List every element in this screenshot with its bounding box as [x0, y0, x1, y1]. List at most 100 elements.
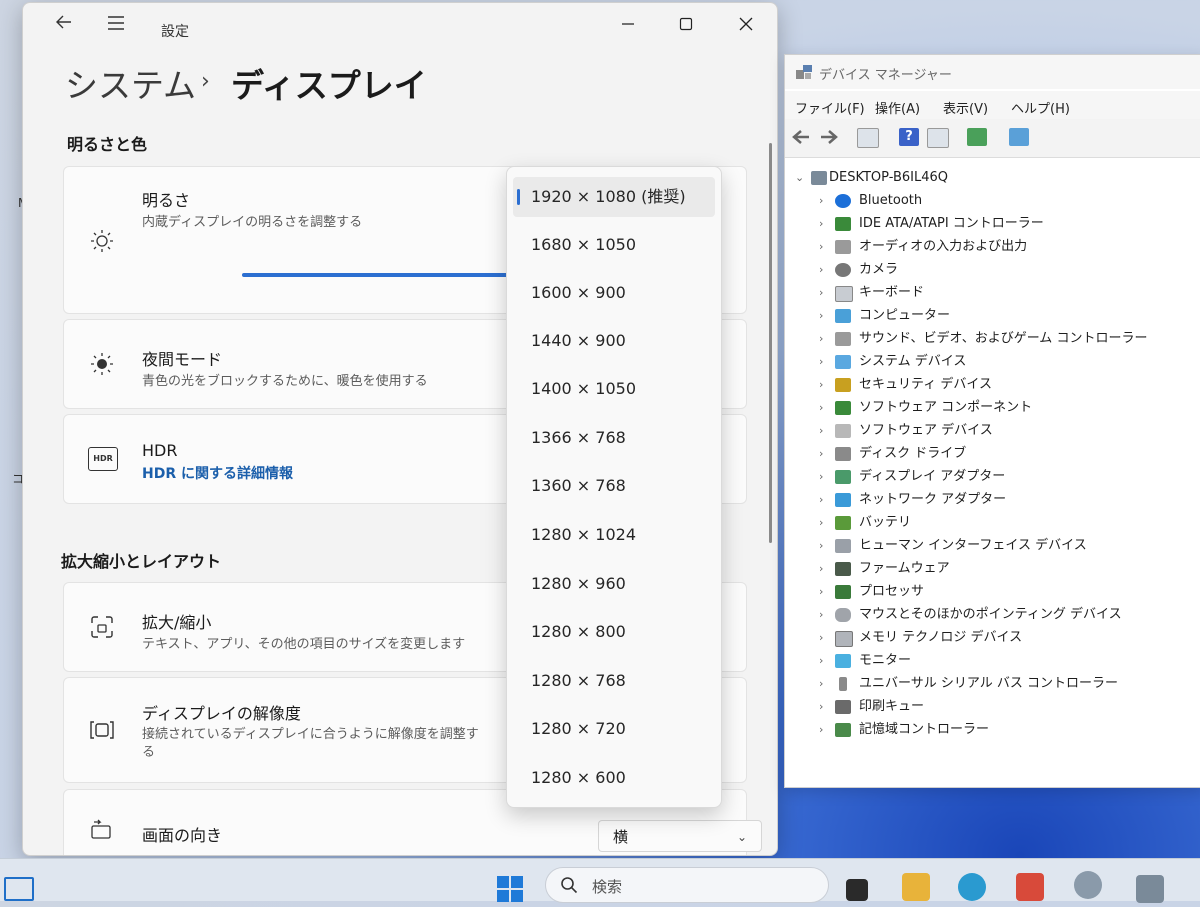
back-button[interactable]: [49, 11, 79, 41]
device-manager-window: デバイス マネージャー ファイル(F) 操作(A) 表示(V) ヘルプ(H) ?…: [784, 54, 1200, 788]
menu-button[interactable]: [101, 11, 131, 41]
resolution-option[interactable]: 1280 × 960: [513, 564, 715, 604]
back-arrow-icon[interactable]: [791, 128, 811, 146]
monitor-icon[interactable]: [1009, 128, 1029, 146]
scale-icon: [88, 613, 116, 641]
hdr-info-link[interactable]: HDR に関する詳細情報: [142, 463, 293, 483]
breadcrumb-parent[interactable]: システム: [65, 59, 196, 107]
resolution-icon: [88, 716, 116, 744]
titlebar: デバイス マネージャー: [785, 55, 1200, 89]
speaker-icon: [835, 332, 851, 346]
chevron-right-icon: ›: [819, 539, 824, 552]
scrollbar[interactable]: [769, 143, 772, 543]
hdr-icon: HDR: [88, 447, 118, 471]
task-view-icon[interactable]: [846, 879, 868, 901]
properties-icon[interactable]: [857, 128, 879, 148]
chevron-right-icon: ›: [819, 654, 824, 667]
window-title: デバイス マネージャー: [819, 68, 952, 83]
resolution-option[interactable]: 1400 × 1050: [513, 369, 715, 409]
speaker-icon: [835, 240, 851, 254]
chevron-right-icon: ›: [819, 470, 824, 483]
resolution-option[interactable]: 1280 × 720: [513, 709, 715, 749]
forward-arrow-icon[interactable]: [819, 128, 839, 146]
chevron-right-icon: ›: [819, 516, 824, 529]
processor-icon: [835, 585, 851, 599]
software-device-icon: [835, 424, 851, 438]
keyboard-icon: [835, 286, 853, 302]
resolution-option[interactable]: 1920 × 1080 (推奨): [513, 177, 715, 217]
usb-icon: [839, 677, 847, 691]
scale-title: 拡大/縮小: [142, 613, 212, 632]
computer-icon: [811, 171, 827, 185]
start-button[interactable]: [496, 875, 524, 903]
chevron-right-icon: ›: [819, 447, 824, 460]
chevron-right-icon: ›: [819, 608, 824, 621]
settings-gear-icon[interactable]: [1074, 871, 1102, 899]
camera-icon: [835, 263, 851, 277]
windows-logo-icon: [497, 876, 523, 902]
resolution-option[interactable]: 1360 × 768: [513, 466, 715, 506]
memory-icon: [835, 631, 853, 647]
menu-action[interactable]: 操作(A): [875, 98, 920, 117]
resolution-title: ディスプレイの解像度: [142, 704, 301, 723]
brightness-slider[interactable]: [242, 273, 542, 277]
scale-desc: テキスト、アプリ、その他の項目のサイズを変更します: [142, 637, 466, 652]
night-light-icon: [88, 350, 116, 378]
monitor-icon: [835, 654, 851, 668]
night-mode-desc: 青色の光をブロックするために、暖色を使用する: [142, 374, 428, 389]
chevron-right-icon: ›: [819, 263, 824, 276]
menu-file[interactable]: ファイル(F): [795, 98, 865, 117]
resolution-option[interactable]: 1440 × 900: [513, 321, 715, 361]
resolution-desc: 接続されているディスプレイに合うように解像度を調整する: [142, 727, 479, 760]
help-icon[interactable]: ?: [899, 128, 919, 146]
minimize-button[interactable]: [611, 13, 645, 39]
search-icon: [561, 877, 578, 894]
brightness-desc: 内蔵ディスプレイの明るさを調整する: [142, 215, 363, 230]
resolution-option[interactable]: 1280 × 600: [513, 758, 715, 798]
store-icon[interactable]: [1016, 873, 1044, 901]
resolution-option[interactable]: 1600 × 900: [513, 273, 715, 313]
details-icon[interactable]: [927, 128, 949, 148]
resolution-option[interactable]: 1366 × 768: [513, 418, 715, 458]
mouse-icon: [835, 608, 851, 622]
page-title: ディスプレイ: [231, 66, 427, 105]
sun-icon: [88, 227, 116, 255]
device-manager-taskbar-icon[interactable]: [1136, 875, 1164, 903]
orientation-select[interactable]: 横 ⌄: [598, 820, 762, 852]
menu-help[interactable]: ヘルプ(H): [1011, 98, 1070, 117]
firmware-icon: [835, 562, 851, 576]
resolution-dropdown[interactable]: 1920 × 1080 (推奨) 1680 × 1050 1600 × 900 …: [506, 166, 722, 808]
menu-view[interactable]: 表示(V): [943, 98, 988, 117]
resolution-option[interactable]: 1280 × 1024: [513, 515, 715, 555]
hamburger-icon: [108, 16, 124, 30]
close-icon: [739, 17, 753, 31]
scan-hardware-icon[interactable]: [967, 128, 987, 146]
display-adapter-icon: [835, 470, 851, 484]
chevron-right-icon: ›: [819, 723, 824, 736]
widgets-icon[interactable]: [4, 877, 34, 901]
chevron-right-icon: ›: [819, 286, 824, 299]
resolution-option[interactable]: 1280 × 800: [513, 612, 715, 652]
maximize-button[interactable]: [669, 13, 703, 39]
hdr-title: HDR: [142, 441, 178, 460]
night-mode-title: 夜間モード: [142, 350, 223, 369]
resolution-option[interactable]: 1280 × 768: [513, 661, 715, 701]
resolution-option[interactable]: 1680 × 1050: [513, 225, 715, 265]
chevron-right-icon: ›: [819, 585, 824, 598]
breadcrumb-separator: ›: [201, 69, 210, 94]
minimize-icon: [622, 23, 634, 25]
chevron-right-icon: ›: [819, 378, 824, 391]
close-button[interactable]: [729, 13, 763, 39]
edge-browser-icon[interactable]: [958, 873, 986, 901]
chevron-down-icon: ⌄: [795, 171, 805, 184]
chevron-right-icon: ›: [819, 401, 824, 414]
menubar: ファイル(F) 操作(A) 表示(V) ヘルプ(H): [785, 91, 1200, 119]
search-input[interactable]: 検索: [545, 867, 829, 903]
file-explorer-icon[interactable]: [902, 873, 930, 901]
search-placeholder: 検索: [592, 878, 623, 896]
brightness-title: 明るさ: [142, 191, 191, 210]
taskbar: 検索: [0, 858, 1200, 903]
storage-controller-icon: [835, 723, 851, 737]
orientation-value: 横: [613, 828, 629, 846]
chevron-right-icon: ›: [819, 194, 824, 207]
